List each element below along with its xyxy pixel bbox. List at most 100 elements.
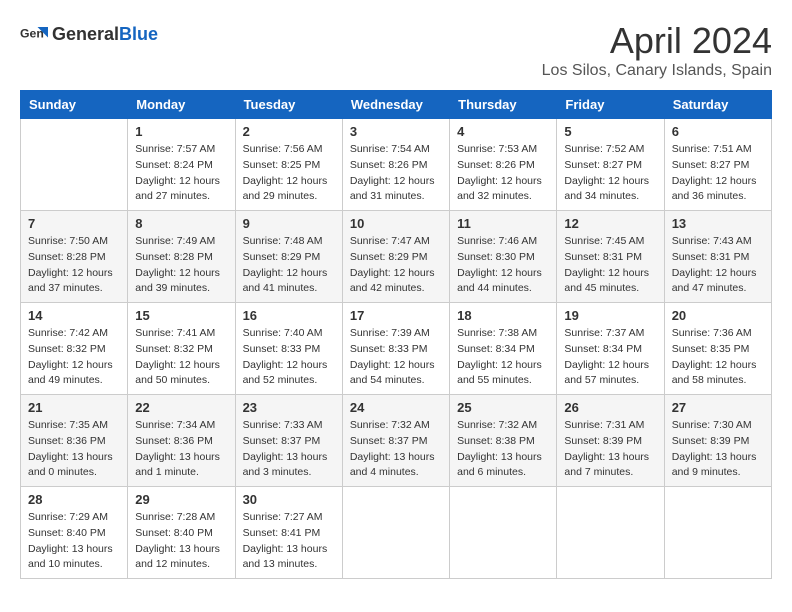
- calendar-cell: [21, 119, 128, 211]
- day-number: 21: [28, 400, 120, 415]
- day-info: Sunrise: 7:29 AMSunset: 8:40 PMDaylight:…: [28, 510, 120, 573]
- calendar-cell: 1 Sunrise: 7:57 AMSunset: 8:24 PMDaylight…: [128, 119, 235, 211]
- calendar-cell: 22 Sunrise: 7:34 AMSunset: 8:36 PMDayligh…: [128, 395, 235, 487]
- day-number: 5: [564, 124, 656, 139]
- calendar-cell: 9Sunrise: 7:48 AMSunset: 8:29 PMDaylight…: [235, 211, 342, 303]
- calendar-cell: 30 Sunrise: 7:27 AMSunset: 8:41 PMDayligh…: [235, 487, 342, 579]
- day-number: 10: [350, 216, 442, 231]
- calendar-cell: 28 Sunrise: 7:29 AMSunset: 8:40 PMDayligh…: [21, 487, 128, 579]
- calendar-cell: 6Sunrise: 7:51 AMSunset: 8:27 PMDaylight…: [664, 119, 771, 211]
- day-number: 9: [243, 216, 335, 231]
- day-info: Sunrise: 7:57 AMSunset: 8:24 PMDaylight:…: [135, 142, 227, 205]
- calendar-cell: 13 Sunrise: 7:43 AMSunset: 8:31 PMDayligh…: [664, 211, 771, 303]
- calendar-cell: [557, 487, 664, 579]
- day-number: 22: [135, 400, 227, 415]
- day-info: Sunrise: 7:45 AMSunset: 8:31 PMDaylight:…: [564, 234, 656, 297]
- day-info: Sunrise: 7:54 AMSunset: 8:26 PMDaylight:…: [350, 142, 442, 205]
- month-year: April 2024: [542, 20, 772, 62]
- calendar-cell: 23 Sunrise: 7:33 AMSunset: 8:37 PMDayligh…: [235, 395, 342, 487]
- day-number: 20: [672, 308, 764, 323]
- header: Gen GeneralBlue April 2024 Los Silos, Ca…: [20, 20, 772, 80]
- header-sunday: Sunday: [21, 91, 128, 119]
- logo: Gen GeneralBlue: [20, 20, 158, 48]
- day-number: 17: [350, 308, 442, 323]
- day-info: Sunrise: 7:30 AMSunset: 8:39 PMDaylight:…: [672, 418, 764, 481]
- calendar-cell: 8 Sunrise: 7:49 AMSunset: 8:28 PMDaylight…: [128, 211, 235, 303]
- calendar-cell: 21 Sunrise: 7:35 AMSunset: 8:36 PMDayligh…: [21, 395, 128, 487]
- calendar-cell: 20 Sunrise: 7:36 AMSunset: 8:35 PMDayligh…: [664, 303, 771, 395]
- day-number: 25: [457, 400, 549, 415]
- calendar-cell: 25 Sunrise: 7:32 AMSunset: 8:38 PMDayligh…: [450, 395, 557, 487]
- calendar-cell: [664, 487, 771, 579]
- day-number: 27: [672, 400, 764, 415]
- logo-icon: Gen: [20, 20, 48, 48]
- calendar-table: SundayMondayTuesdayWednesdayThursdayFrid…: [20, 90, 772, 579]
- header-saturday: Saturday: [664, 91, 771, 119]
- calendar-cell: 17 Sunrise: 7:39 AMSunset: 8:33 PMDayligh…: [342, 303, 449, 395]
- day-info: Sunrise: 7:47 AMSunset: 8:29 PMDaylight:…: [350, 234, 442, 297]
- day-number: 1: [135, 124, 227, 139]
- logo-blue: Blue: [119, 24, 158, 44]
- day-info: Sunrise: 7:34 AMSunset: 8:36 PMDaylight:…: [135, 418, 227, 481]
- calendar-cell: 16Sunrise: 7:40 AMSunset: 8:33 PMDayligh…: [235, 303, 342, 395]
- header-friday: Friday: [557, 91, 664, 119]
- header-tuesday: Tuesday: [235, 91, 342, 119]
- day-info: Sunrise: 7:37 AMSunset: 8:34 PMDaylight:…: [564, 326, 656, 389]
- week-row-2: 7 Sunrise: 7:50 AMSunset: 8:28 PMDaylight…: [21, 211, 772, 303]
- day-info: Sunrise: 7:35 AMSunset: 8:36 PMDaylight:…: [28, 418, 120, 481]
- day-info: Sunrise: 7:38 AMSunset: 8:34 PMDaylight:…: [457, 326, 549, 389]
- day-number: 6: [672, 124, 764, 139]
- calendar-cell: [450, 487, 557, 579]
- week-row-5: 28 Sunrise: 7:29 AMSunset: 8:40 PMDayligh…: [21, 487, 772, 579]
- day-info: Sunrise: 7:41 AMSunset: 8:32 PMDaylight:…: [135, 326, 227, 389]
- day-number: 18: [457, 308, 549, 323]
- calendar-cell: 11Sunrise: 7:46 AMSunset: 8:30 PMDayligh…: [450, 211, 557, 303]
- day-number: 7: [28, 216, 120, 231]
- title-area: April 2024 Los Silos, Canary Islands, Sp…: [542, 20, 772, 80]
- day-number: 13: [672, 216, 764, 231]
- calendar-cell: 14Sunrise: 7:42 AMSunset: 8:32 PMDayligh…: [21, 303, 128, 395]
- logo-general: General: [52, 24, 119, 44]
- day-info: Sunrise: 7:28 AMSunset: 8:40 PMDaylight:…: [135, 510, 227, 573]
- day-number: 15: [135, 308, 227, 323]
- calendar-cell: 27 Sunrise: 7:30 AMSunset: 8:39 PMDayligh…: [664, 395, 771, 487]
- day-info: Sunrise: 7:52 AMSunset: 8:27 PMDaylight:…: [564, 142, 656, 205]
- day-info: Sunrise: 7:49 AMSunset: 8:28 PMDaylight:…: [135, 234, 227, 297]
- day-number: 23: [243, 400, 335, 415]
- day-number: 19: [564, 308, 656, 323]
- week-row-3: 14Sunrise: 7:42 AMSunset: 8:32 PMDayligh…: [21, 303, 772, 395]
- day-number: 11: [457, 216, 549, 231]
- day-number: 12: [564, 216, 656, 231]
- day-info: Sunrise: 7:32 AMSunset: 8:37 PMDaylight:…: [350, 418, 442, 481]
- calendar-cell: 4Sunrise: 7:53 AMSunset: 8:26 PMDaylight…: [450, 119, 557, 211]
- week-row-1: 1 Sunrise: 7:57 AMSunset: 8:24 PMDaylight…: [21, 119, 772, 211]
- location: Los Silos, Canary Islands, Spain: [542, 62, 772, 80]
- day-info: Sunrise: 7:39 AMSunset: 8:33 PMDaylight:…: [350, 326, 442, 389]
- calendar-cell: 3Sunrise: 7:54 AMSunset: 8:26 PMDaylight…: [342, 119, 449, 211]
- day-number: 24: [350, 400, 442, 415]
- calendar-cell: 12 Sunrise: 7:45 AMSunset: 8:31 PMDayligh…: [557, 211, 664, 303]
- day-number: 8: [135, 216, 227, 231]
- calendar-cell: 7 Sunrise: 7:50 AMSunset: 8:28 PMDaylight…: [21, 211, 128, 303]
- day-info: Sunrise: 7:36 AMSunset: 8:35 PMDaylight:…: [672, 326, 764, 389]
- day-number: 26: [564, 400, 656, 415]
- day-info: Sunrise: 7:50 AMSunset: 8:28 PMDaylight:…: [28, 234, 120, 297]
- calendar-cell: 26Sunrise: 7:31 AMSunset: 8:39 PMDayligh…: [557, 395, 664, 487]
- day-number: 16: [243, 308, 335, 323]
- day-number: 29: [135, 492, 227, 507]
- day-info: Sunrise: 7:43 AMSunset: 8:31 PMDaylight:…: [672, 234, 764, 297]
- day-number: 28: [28, 492, 120, 507]
- calendar-cell: 2Sunrise: 7:56 AMSunset: 8:25 PMDaylight…: [235, 119, 342, 211]
- day-info: Sunrise: 7:56 AMSunset: 8:25 PMDaylight:…: [243, 142, 335, 205]
- day-info: Sunrise: 7:27 AMSunset: 8:41 PMDaylight:…: [243, 510, 335, 573]
- day-number: 30: [243, 492, 335, 507]
- header-wednesday: Wednesday: [342, 91, 449, 119]
- header-thursday: Thursday: [450, 91, 557, 119]
- day-info: Sunrise: 7:32 AMSunset: 8:38 PMDaylight:…: [457, 418, 549, 481]
- calendar-cell: 29 Sunrise: 7:28 AMSunset: 8:40 PMDayligh…: [128, 487, 235, 579]
- day-number: 14: [28, 308, 120, 323]
- week-row-4: 21 Sunrise: 7:35 AMSunset: 8:36 PMDayligh…: [21, 395, 772, 487]
- calendar-cell: 24 Sunrise: 7:32 AMSunset: 8:37 PMDayligh…: [342, 395, 449, 487]
- calendar-cell: [342, 487, 449, 579]
- day-info: Sunrise: 7:33 AMSunset: 8:37 PMDaylight:…: [243, 418, 335, 481]
